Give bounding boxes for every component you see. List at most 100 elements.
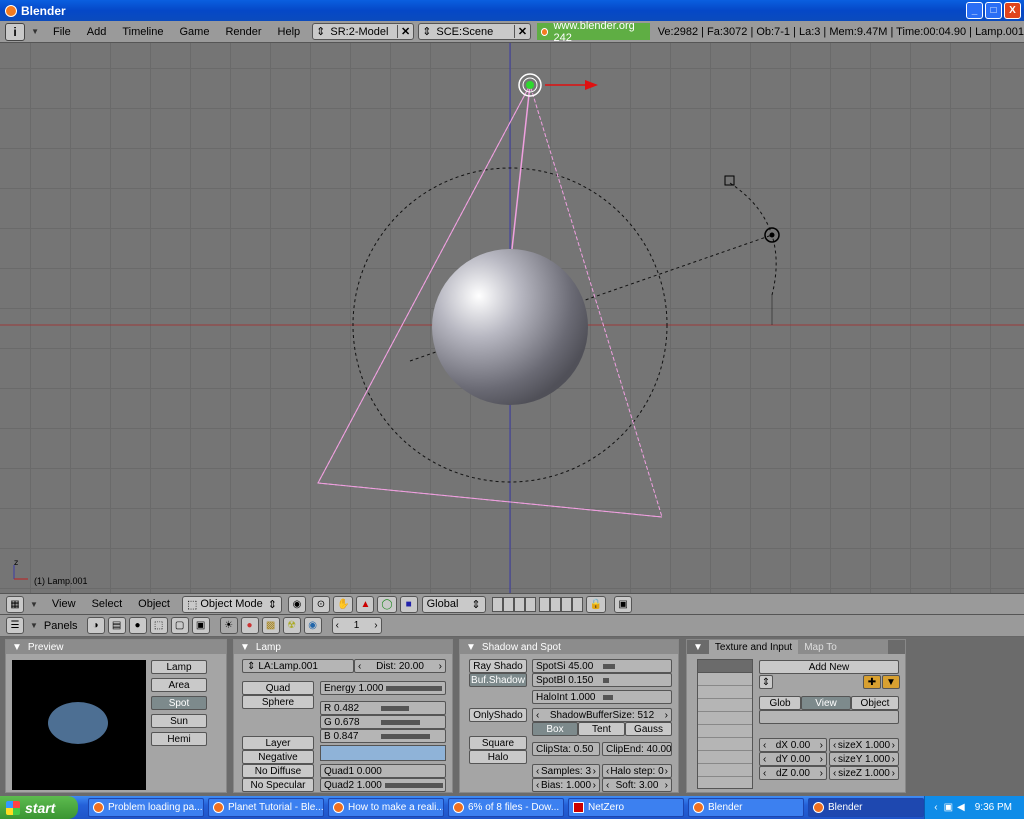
filter-gauss-button[interactable]: Gauss bbox=[625, 722, 672, 736]
dy-left-arrow-icon[interactable]: ‹ bbox=[763, 754, 766, 765]
filter-box-button[interactable]: Box bbox=[532, 722, 578, 736]
taskbar-item-label[interactable]: Blender bbox=[828, 802, 862, 813]
clipend-value[interactable]: ClipEnd: 40.00 bbox=[606, 744, 671, 755]
buffer-right-arrow-icon[interactable]: › bbox=[665, 710, 668, 721]
square-button[interactable]: Square bbox=[469, 736, 527, 750]
tray-arrow-icon[interactable]: ‹ bbox=[934, 802, 937, 813]
object-name-field[interactable] bbox=[759, 710, 899, 724]
object-coord-button[interactable]: Object bbox=[851, 696, 899, 710]
b-value[interactable]: B 0.847 bbox=[324, 731, 358, 742]
menu-file[interactable]: File bbox=[45, 26, 79, 38]
dx-value[interactable]: dX 0.00 bbox=[776, 740, 810, 751]
r-slider[interactable]: R 0.482 bbox=[320, 701, 446, 715]
clock[interactable]: 9:36 PM bbox=[975, 802, 1012, 813]
spotbl-value[interactable]: SpotBl 0.150 bbox=[536, 675, 593, 686]
sizez-left-arrow-icon[interactable]: ‹ bbox=[833, 768, 836, 779]
samples-left-arrow-icon[interactable]: ‹ bbox=[536, 766, 539, 777]
buttons-window-type[interactable]: ☰ bbox=[6, 617, 24, 634]
start-button[interactable]: start bbox=[0, 796, 78, 819]
delete-scene-icon[interactable]: ✕ bbox=[513, 25, 527, 38]
scene-context-button[interactable]: ▣ bbox=[191, 617, 210, 634]
taskbar-item-label[interactable]: Blender bbox=[708, 802, 742, 813]
menu-add[interactable]: Add bbox=[79, 26, 115, 38]
taskbar-item[interactable]: 6% of 8 files - Dow... bbox=[448, 798, 564, 817]
halostep-left-arrow-icon[interactable]: ‹ bbox=[606, 766, 609, 777]
sizey-right-arrow-icon[interactable]: › bbox=[892, 754, 895, 765]
dy-right-arrow-icon[interactable]: › bbox=[820, 754, 823, 765]
clipend-field[interactable]: ClipEnd: 40.00 bbox=[602, 742, 672, 756]
no-diffuse-button[interactable]: No Diffuse bbox=[242, 764, 314, 778]
texture-channel[interactable] bbox=[698, 673, 752, 686]
lamp-type-spot[interactable]: Spot bbox=[151, 696, 207, 710]
pivot-dropdown[interactable]: ⊙ bbox=[311, 595, 330, 613]
texture-channel-active[interactable] bbox=[698, 660, 752, 673]
texture-channel[interactable] bbox=[698, 686, 752, 699]
layer-buttons-1[interactable] bbox=[491, 596, 536, 612]
dz-right-arrow-icon[interactable]: › bbox=[820, 768, 823, 779]
layer-button[interactable] bbox=[491, 596, 503, 612]
lamp-name-value[interactable]: LA:Lamp.001 bbox=[258, 661, 318, 672]
quad1-slider[interactable]: Quad1 0.000 bbox=[320, 764, 446, 778]
taskbar-item[interactable]: Planet Tutorial - Ble... bbox=[208, 798, 324, 817]
lamp-type-area[interactable]: Area bbox=[151, 678, 207, 692]
rotate-manipulator[interactable]: ◯ bbox=[377, 595, 397, 613]
halo-step-value[interactable]: Halo step: 0 bbox=[610, 766, 663, 777]
g-value[interactable]: G 0.678 bbox=[324, 717, 360, 728]
texture-channel[interactable] bbox=[698, 725, 752, 738]
bias-value[interactable]: Bias: 1.000 bbox=[541, 780, 591, 791]
bias-field[interactable]: ‹ Bias: 1.000 › bbox=[532, 778, 600, 792]
logic-context-button[interactable]: ◑ bbox=[86, 617, 105, 634]
r-value[interactable]: R 0.482 bbox=[324, 703, 359, 714]
dist-value[interactable]: Dist: 20.00 bbox=[376, 661, 424, 672]
mode-value[interactable]: Object Mode bbox=[200, 598, 262, 610]
soft-right-arrow-icon[interactable]: › bbox=[665, 780, 668, 791]
layer-button[interactable]: Layer bbox=[242, 736, 314, 750]
halo-step-field[interactable]: ‹ Halo step: 0 › bbox=[602, 764, 672, 778]
texture-paste-button[interactable]: ▼ bbox=[882, 675, 900, 689]
lock-layers-button[interactable]: 🔒 bbox=[585, 595, 607, 613]
dz-field[interactable]: ‹ dZ 0.00 › bbox=[759, 766, 827, 780]
tab-map-to[interactable]: Map To bbox=[798, 640, 889, 654]
taskbar-item[interactable]: NetZero bbox=[568, 798, 684, 817]
object-context-button[interactable]: ⬚ bbox=[149, 617, 168, 634]
orientation-value[interactable]: Global bbox=[427, 598, 459, 610]
url-text[interactable]: www.blender.org 242 bbox=[553, 20, 645, 44]
menu-timeline[interactable]: Timeline bbox=[114, 26, 171, 38]
tray-volume-icon[interactable]: ◀ bbox=[957, 802, 965, 813]
lamp-type-hemi[interactable]: Hemi bbox=[151, 732, 207, 746]
view-collapse-icon[interactable]: ▼ bbox=[30, 600, 38, 609]
frame-right-arrow-icon[interactable]: › bbox=[374, 620, 377, 631]
bias-left-arrow-icon[interactable]: ‹ bbox=[536, 780, 539, 791]
menu-object[interactable]: Object bbox=[130, 598, 178, 610]
clipsta-field[interactable]: ClipSta: 0.50 bbox=[532, 742, 600, 756]
layer-button[interactable] bbox=[502, 596, 514, 612]
material-buttons-tab[interactable]: ● bbox=[240, 617, 259, 634]
taskbar-item[interactable]: How to make a reali... bbox=[328, 798, 444, 817]
samples-value[interactable]: Samples: 3 bbox=[541, 766, 591, 777]
lamp-type-lamp[interactable]: Lamp bbox=[151, 660, 207, 674]
dx-field[interactable]: ‹ dX 0.00 › bbox=[759, 738, 827, 752]
start-label[interactable]: start bbox=[25, 800, 55, 816]
dx-left-arrow-icon[interactable]: ‹ bbox=[763, 740, 766, 751]
maximize-button[interactable]: □ bbox=[985, 2, 1002, 19]
quad2-slider[interactable]: Quad2 1.000 bbox=[320, 778, 446, 792]
taskbar-item-label[interactable]: NetZero bbox=[588, 802, 624, 813]
taskbar-item-active[interactable]: Blender bbox=[808, 798, 924, 817]
view-type-button[interactable]: ▦ bbox=[6, 595, 24, 613]
info-window-type-button[interactable]: i bbox=[5, 22, 26, 41]
tab-texture-input[interactable]: Texture and Input bbox=[708, 640, 799, 654]
taskbar-item[interactable]: Problem loading pa... bbox=[88, 798, 204, 817]
add-new-texture-button[interactable]: Add New bbox=[759, 660, 899, 674]
layer-button[interactable] bbox=[560, 596, 572, 612]
layer-button[interactable] bbox=[513, 596, 525, 612]
menu-game[interactable]: Game bbox=[171, 26, 217, 38]
sizex-value[interactable]: sizeX 1.000 bbox=[838, 740, 890, 751]
sizez-field[interactable]: ‹ sizeZ 1.000 › bbox=[829, 766, 899, 780]
bias-right-arrow-icon[interactable]: › bbox=[593, 780, 596, 791]
minimize-button[interactable]: _ bbox=[966, 2, 983, 19]
sizex-field[interactable]: ‹ sizeX 1.000 › bbox=[829, 738, 899, 752]
texture-buttons-tab[interactable]: ▩ bbox=[261, 617, 280, 634]
layer-button[interactable] bbox=[538, 596, 550, 612]
dx-right-arrow-icon[interactable]: › bbox=[820, 740, 823, 751]
screen-selector[interactable]: ⇕ SR:2-Model ✕ bbox=[312, 23, 415, 40]
